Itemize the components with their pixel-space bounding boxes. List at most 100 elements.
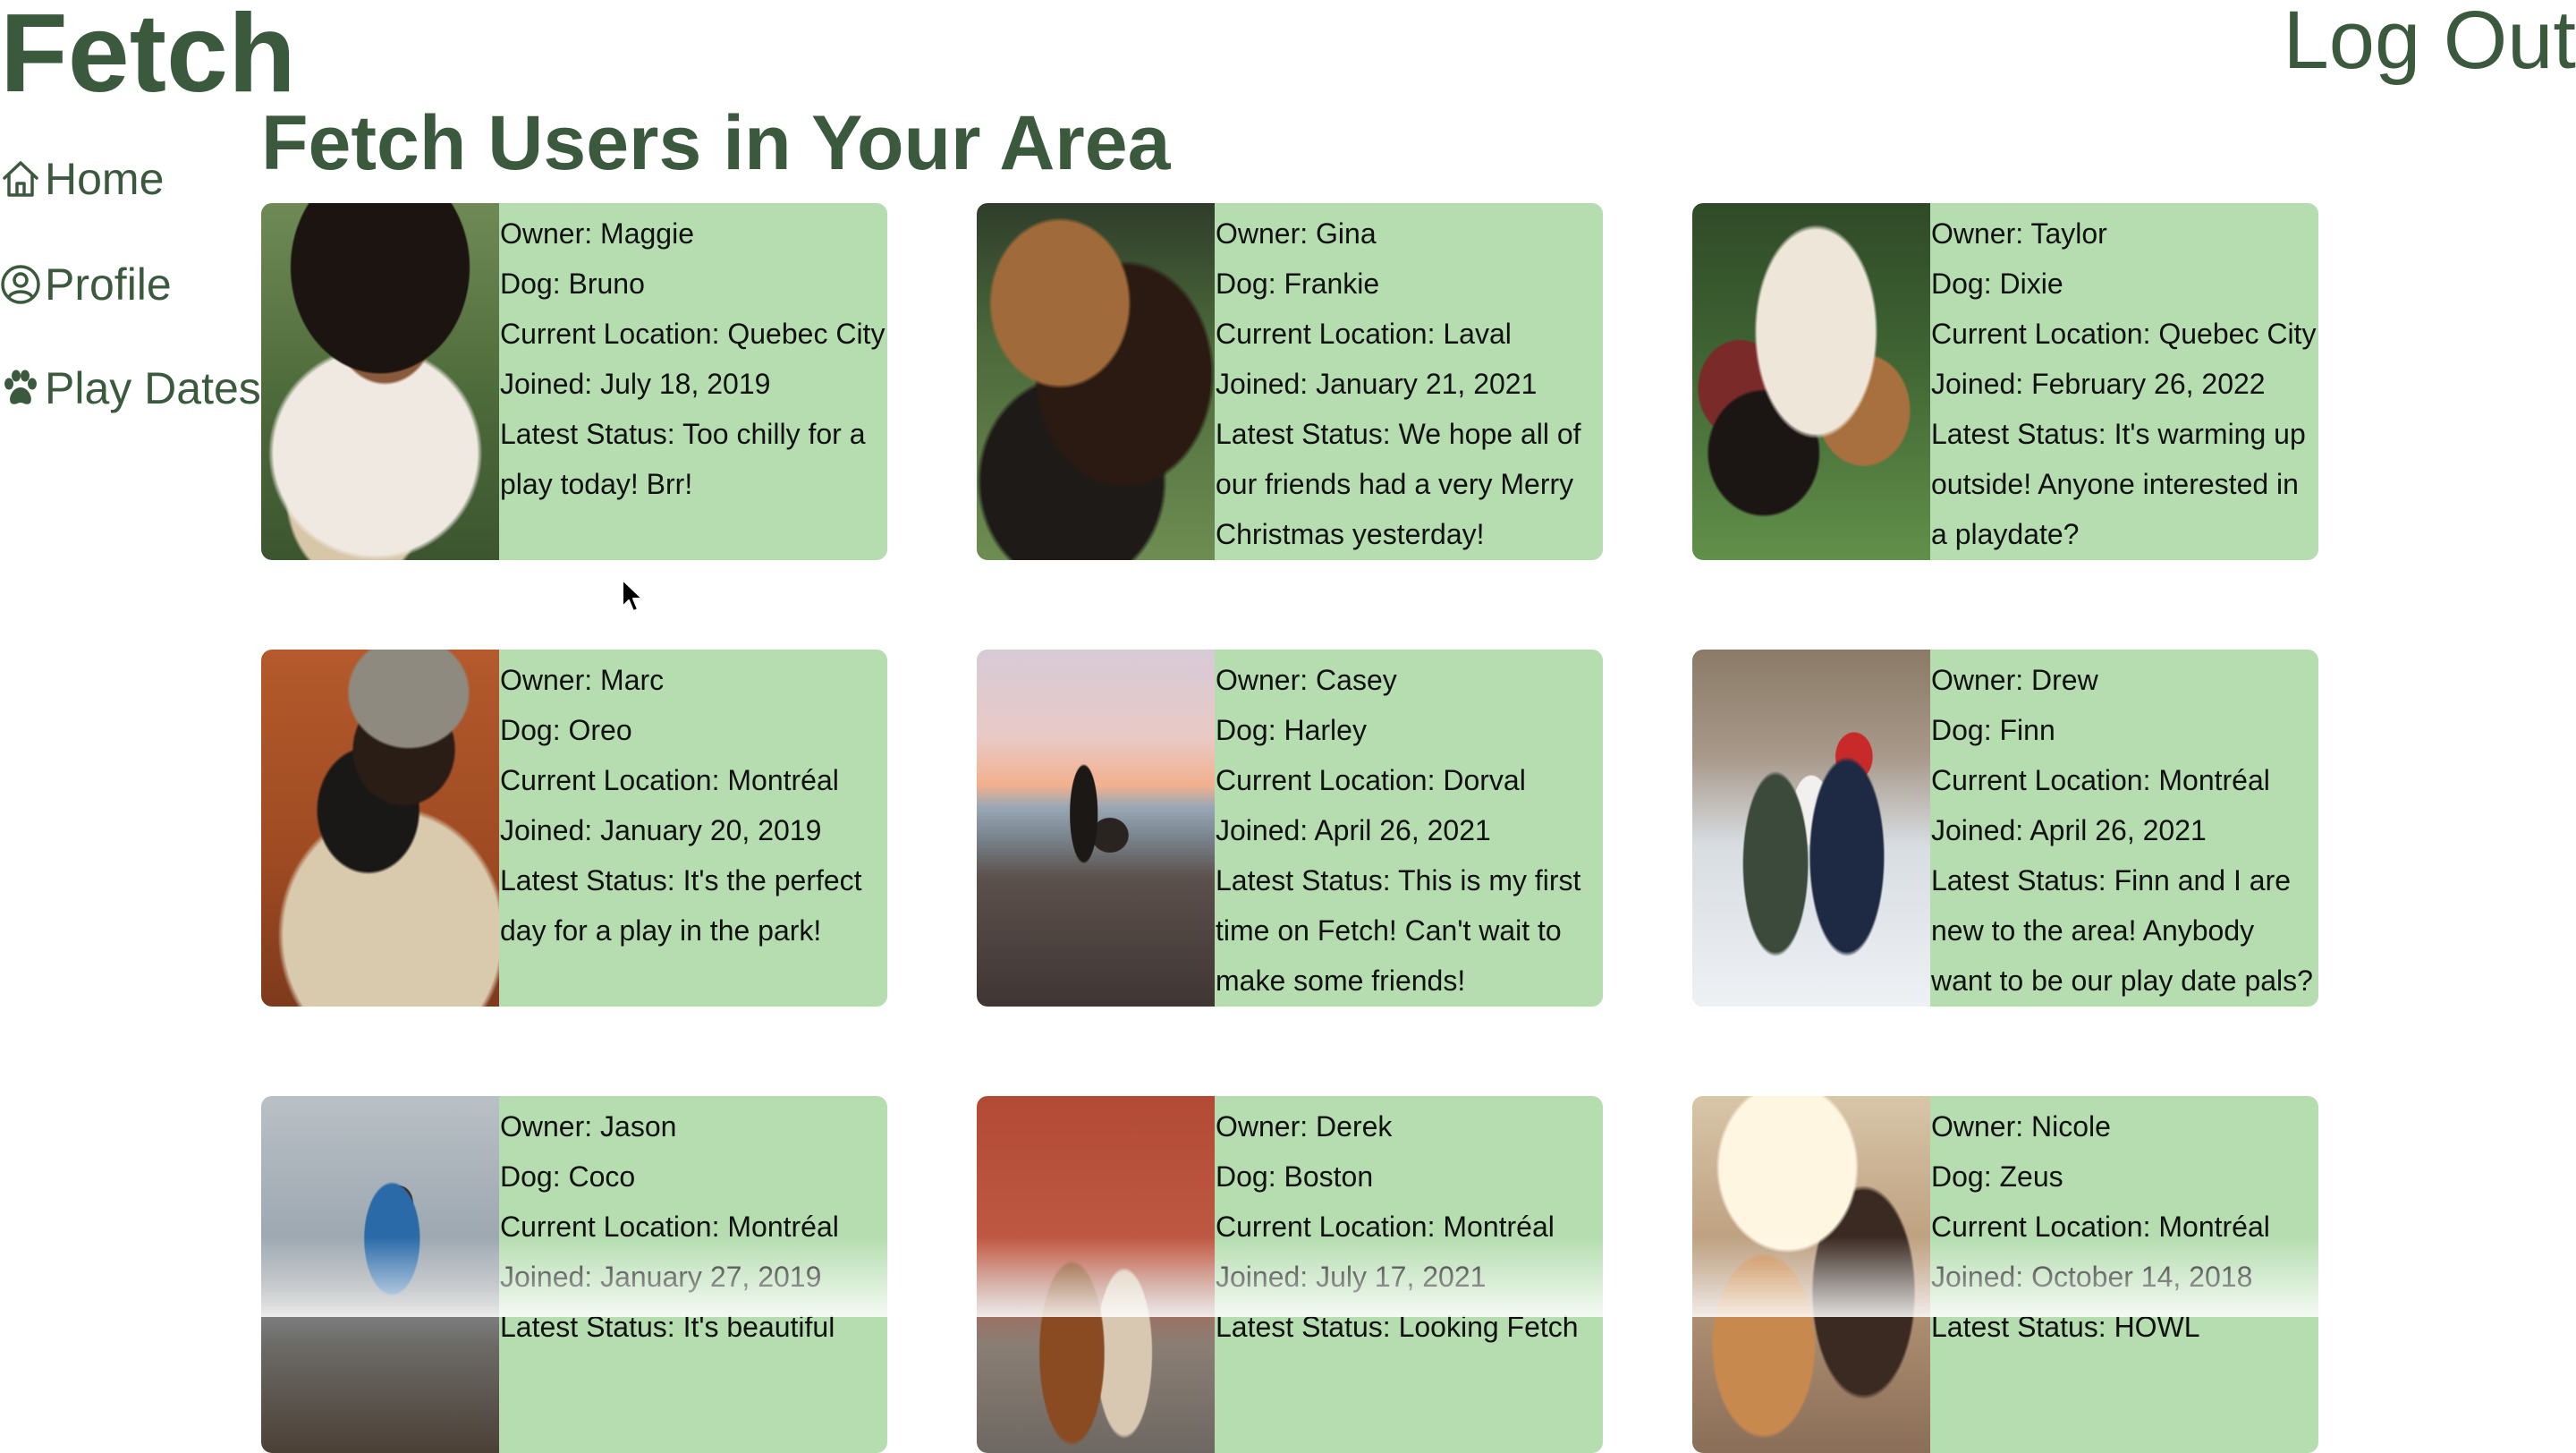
user-card[interactable]: Owner: Jason Dog: Coco Current Location:… <box>261 1096 887 1453</box>
joined-label: Joined: <box>500 1261 593 1293</box>
sidebar-item-home[interactable]: Home <box>0 150 164 208</box>
page-title: Fetch Users in Your Area <box>261 100 1171 186</box>
user-card[interactable]: Owner: Taylor Dog: Dixie Current Locatio… <box>1692 203 2318 560</box>
owner-label: Owner: <box>1216 664 1309 696</box>
user-photo <box>261 1096 499 1453</box>
user-photo <box>977 203 1215 560</box>
joined-date: April 26, 2021 <box>1314 814 1491 846</box>
user-photo <box>261 203 499 560</box>
user-photo <box>1692 203 1930 560</box>
joined-date: February 26, 2022 <box>2031 368 2266 400</box>
status-label: Latest Status: <box>500 864 675 896</box>
status-text: HOWL <box>2114 1311 2200 1343</box>
user-card[interactable]: Owner: Marc Dog: Oreo Current Location: … <box>261 650 887 1007</box>
location-label: Current Location: <box>500 318 720 350</box>
joined-date: January 20, 2019 <box>600 814 822 846</box>
dog-label: Dog: <box>1216 1160 1276 1193</box>
joined-label: Joined: <box>1216 814 1309 846</box>
user-card[interactable]: Owner: Nicole Dog: Zeus Current Location… <box>1692 1096 2318 1453</box>
status-label: Latest Status: <box>1216 864 1391 896</box>
sidebar-item-label: Play Dates <box>45 363 261 413</box>
user-card[interactable]: Owner: Gina Dog: Frankie Current Locatio… <box>977 203 1603 560</box>
dog-label: Dog: <box>1931 1160 1992 1193</box>
status-text: Looking Fetch <box>1398 1311 1579 1343</box>
user-circle-icon <box>0 264 41 305</box>
user-photo <box>1692 650 1930 1007</box>
joined-label: Joined: <box>1216 368 1309 400</box>
joined-date: October 14, 2018 <box>2031 1261 2253 1293</box>
dog-name: Harley <box>1284 714 1367 746</box>
joined-label: Joined: <box>1931 368 2024 400</box>
joined-label: Joined: <box>1931 814 2024 846</box>
logout-button[interactable]: Log Out <box>2284 0 2576 81</box>
user-card[interactable]: Owner: Maggie Dog: Bruno Current Locatio… <box>261 203 887 560</box>
status-label: Latest Status: <box>1216 418 1391 450</box>
user-card[interactable]: Owner: Drew Dog: Finn Current Location: … <box>1692 650 2318 1007</box>
owner-label: Owner: <box>500 1110 593 1143</box>
location-label: Current Location: <box>1216 1211 1436 1243</box>
joined-label: Joined: <box>500 814 593 846</box>
location-label: Current Location: <box>1931 764 2151 796</box>
location-value: Quebec City <box>727 318 886 350</box>
owner-label: Owner: <box>1931 1110 2024 1143</box>
user-card[interactable]: Owner: Derek Dog: Boston Current Locatio… <box>977 1096 1603 1453</box>
location-label: Current Location: <box>500 1211 720 1243</box>
status-label: Latest Status: <box>500 1311 675 1343</box>
dog-name: Frankie <box>1284 268 1380 300</box>
owner-name: Nicole <box>2031 1110 2111 1143</box>
owner-name: Taylor <box>2030 217 2107 250</box>
dog-name: Zeus <box>1999 1160 2063 1193</box>
location-value: Quebec City <box>2158 318 2317 350</box>
dog-label: Dog: <box>500 714 561 746</box>
status-label: Latest Status: <box>1931 1311 2106 1343</box>
owner-name: Gina <box>1316 217 1377 250</box>
location-value: Montréal <box>2158 1211 2270 1243</box>
dog-name: Dixie <box>1999 268 2063 300</box>
status-label: Latest Status: <box>1931 418 2106 450</box>
dog-name: Coco <box>568 1160 636 1193</box>
sidebar-item-label: Home <box>45 154 165 204</box>
joined-date: July 17, 2021 <box>1316 1261 1487 1293</box>
owner-label: Owner: <box>500 664 593 696</box>
location-label: Current Location: <box>1216 318 1436 350</box>
dog-label: Dog: <box>500 268 561 300</box>
sidebar-item-profile[interactable]: Profile <box>0 256 172 313</box>
location-value: Montréal <box>2158 764 2270 796</box>
user-photo <box>1692 1096 1930 1453</box>
location-value: Laval <box>1443 318 1512 350</box>
dog-label: Dog: <box>1931 714 1992 746</box>
location-label: Current Location: <box>1931 318 2151 350</box>
mouse-cursor-icon <box>622 579 643 612</box>
user-photo <box>977 1096 1215 1453</box>
location-value: Montréal <box>727 1211 839 1243</box>
location-value: Montréal <box>727 764 839 796</box>
paw-icon <box>0 368 41 409</box>
owner-label: Owner: <box>500 217 593 250</box>
joined-date: July 18, 2019 <box>600 368 771 400</box>
location-label: Current Location: <box>1216 764 1436 796</box>
owner-name: Casey <box>1316 664 1397 696</box>
location-value: Dorval <box>1443 764 1526 796</box>
status-label: Latest Status: <box>500 418 675 450</box>
joined-label: Joined: <box>1931 1261 2024 1293</box>
sidebar-item-label: Profile <box>45 259 172 310</box>
home-icon <box>0 158 41 200</box>
dog-label: Dog: <box>1931 268 1992 300</box>
dog-label: Dog: <box>1216 714 1276 746</box>
dog-label: Dog: <box>500 1160 561 1193</box>
dog-name: Boston <box>1284 1160 1374 1193</box>
user-photo <box>977 650 1215 1007</box>
dog-name: Oreo <box>568 714 632 746</box>
sidebar-item-play-dates[interactable]: Play Dates <box>0 360 261 417</box>
dog-name: Finn <box>1999 714 2055 746</box>
app-logo[interactable]: Fetch <box>0 0 296 109</box>
owner-name: Drew <box>2031 664 2098 696</box>
owner-label: Owner: <box>1931 664 2024 696</box>
owner-name: Jason <box>600 1110 677 1143</box>
owner-name: Marc <box>600 664 665 696</box>
owner-label: Owner: <box>1931 217 2024 250</box>
owner-name: Maggie <box>600 217 694 250</box>
user-card[interactable]: Owner: Casey Dog: Harley Current Locatio… <box>977 650 1603 1007</box>
status-label: Latest Status: <box>1931 864 2106 896</box>
location-value: Montréal <box>1443 1211 1555 1243</box>
